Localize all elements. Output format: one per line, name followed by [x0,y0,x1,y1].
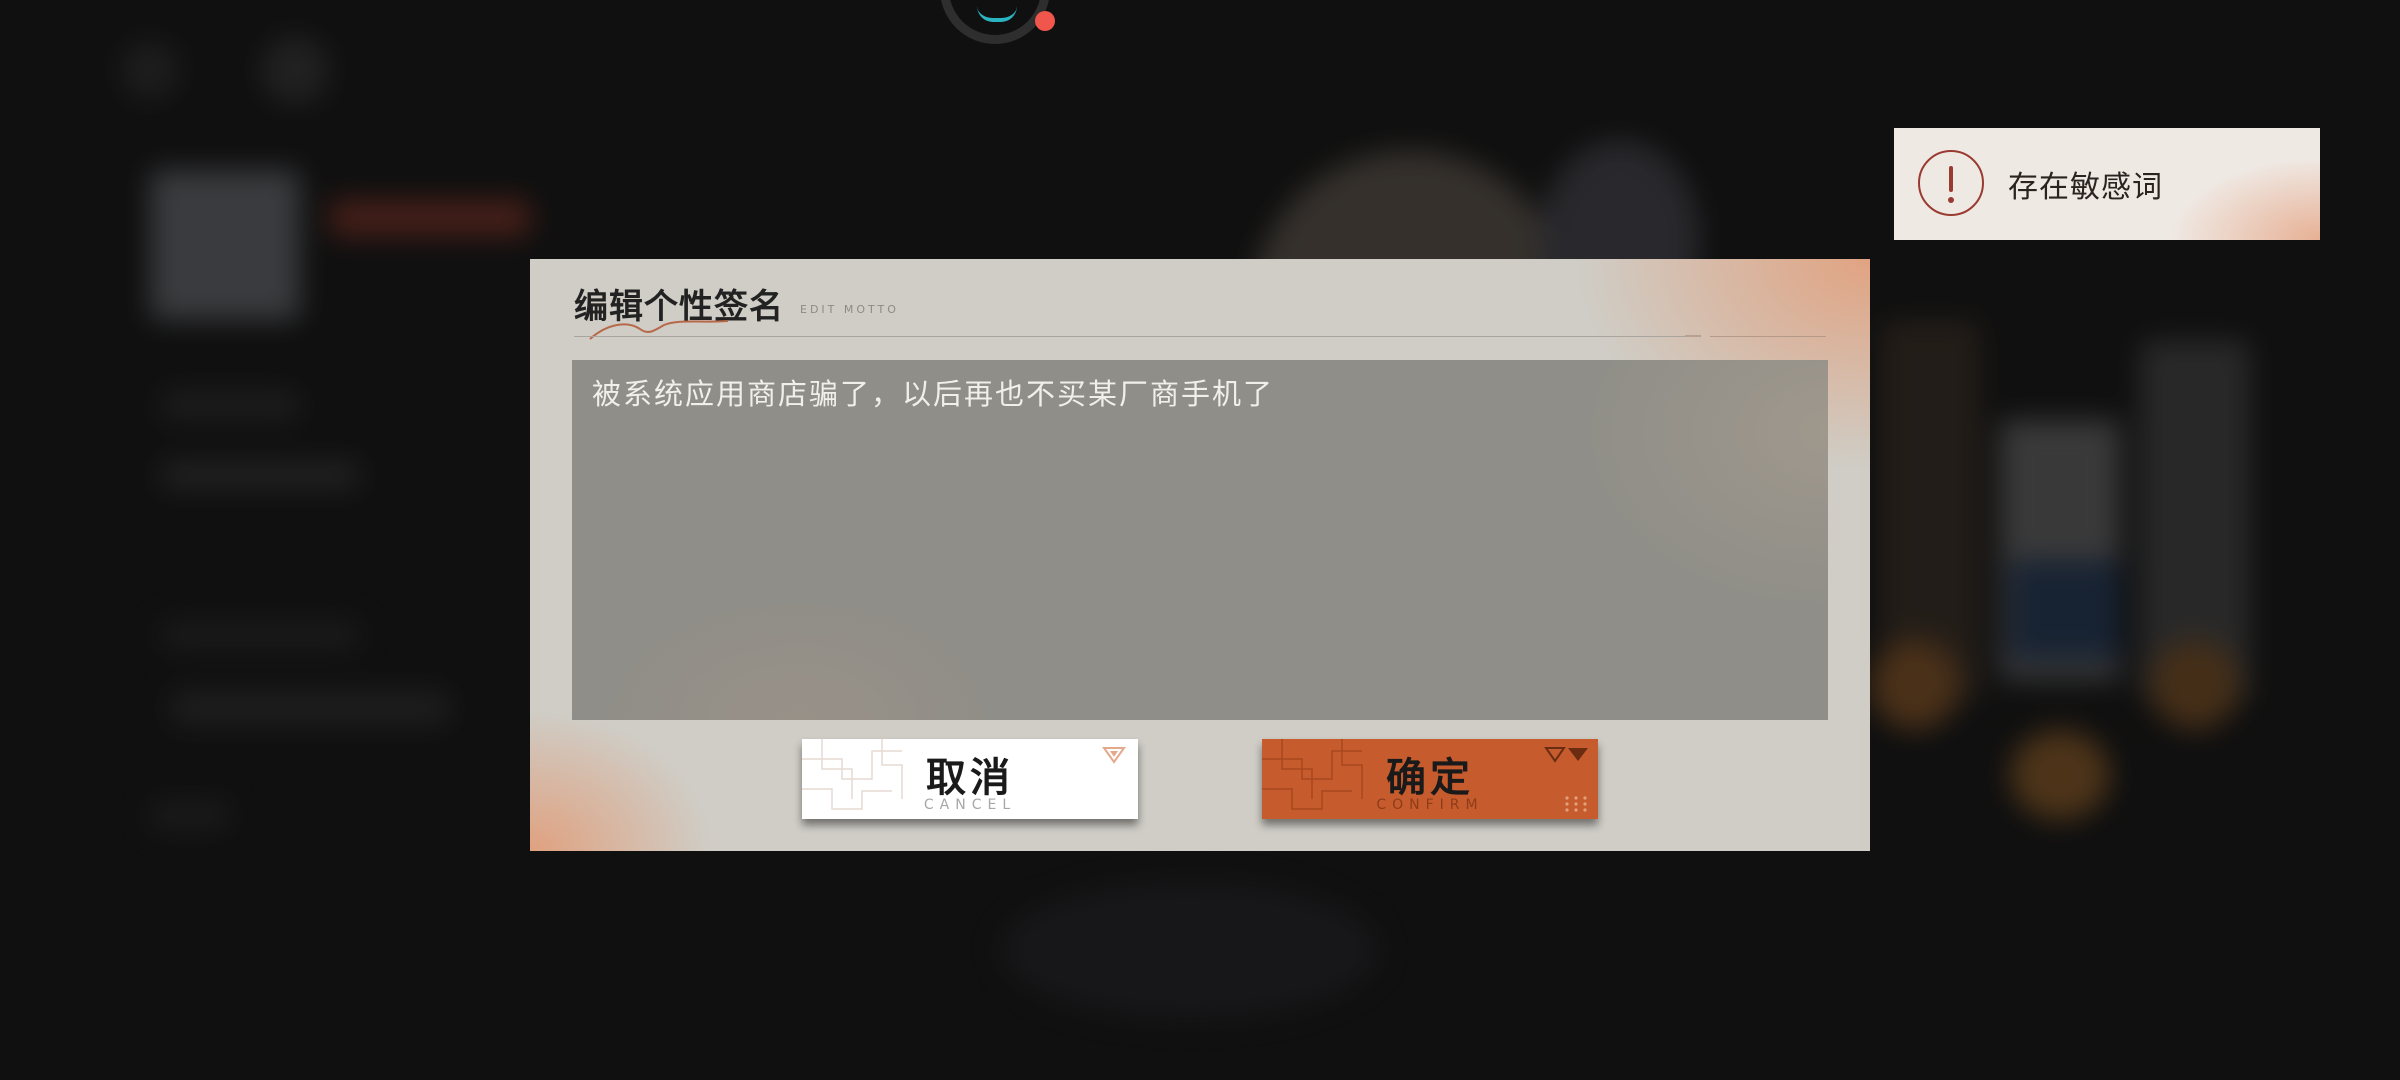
title-divider-tick [1685,335,1701,337]
edit-motto-dialog: 编辑个性签名 EDIT MOTTO 被系统应用商店骗了，以后再也不买某厂商手机了 [530,259,1870,851]
game-screen: 编辑个性签名 EDIT MOTTO 被系统应用商店骗了，以后再也不买某厂商手机了 [0,0,2400,1080]
dialog-subtitle: EDIT MOTTO [800,303,899,316]
notification-dot [1035,11,1055,31]
confirm-button-sublabel: CONFIRM [1376,797,1484,813]
toast-message: 存在敏感词 [2008,170,2163,205]
cancel-button-sublabel: CANCEL [923,797,1017,813]
cancel-button-label: 取消 [926,754,1014,801]
title-divider-right [1710,336,1826,337]
confirm-button[interactable]: 确定 CONFIRM [1262,739,1598,819]
sensitive-word-toast: 存在敏感词 [1894,128,2320,240]
cancel-button[interactable]: 取消 CANCEL [802,739,1138,819]
motto-input-value: 被系统应用商店骗了，以后再也不买某厂商手机了 [592,377,1275,411]
title-divider [574,336,1694,337]
alert-icon [1918,150,1984,216]
motto-input[interactable]: 被系统应用商店骗了，以后再也不买某厂商手机了 [572,360,1828,720]
title-swoosh-decoration [589,320,729,340]
confirm-button-label: 确定 [1386,754,1474,801]
